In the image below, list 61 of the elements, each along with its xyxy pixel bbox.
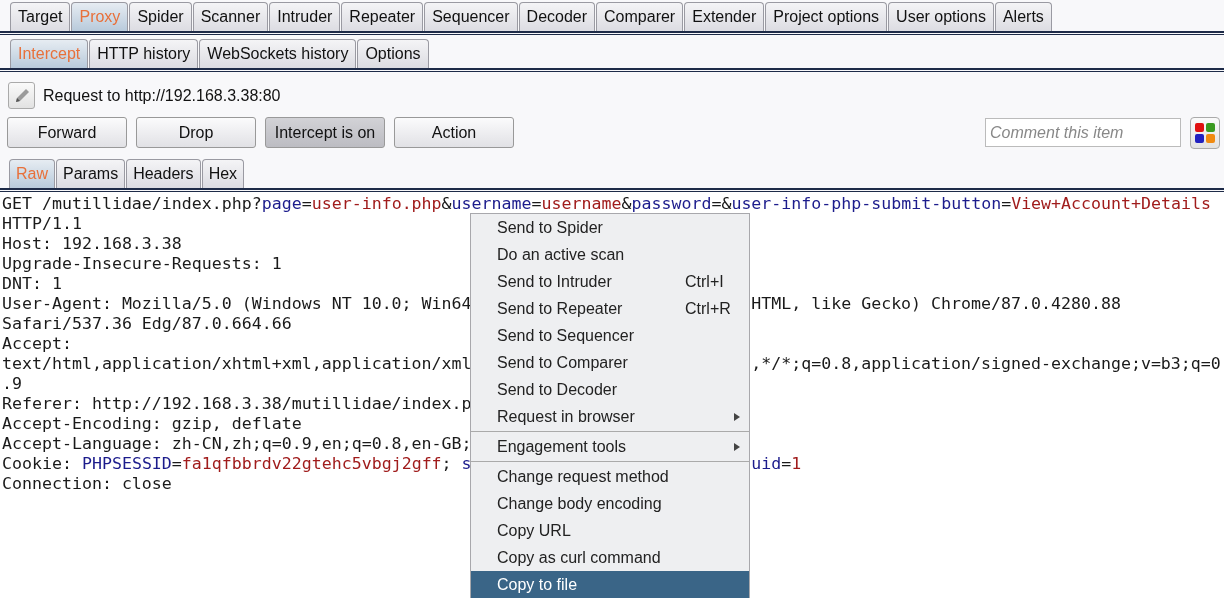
menu-item[interactable]: Copy as curl command <box>471 544 749 571</box>
menu-item[interactable]: Request in browser <box>471 403 749 430</box>
view-tab[interactable]: Params <box>56 159 126 188</box>
request-text: Accept: <box>2 334 72 353</box>
menu-item[interactable]: Send to Intruder Ctrl+I <box>471 268 749 295</box>
submenu-arrow-icon <box>733 411 741 422</box>
view-tab[interactable]: Headers <box>126 159 201 188</box>
main-tab[interactable]: Alerts <box>994 2 1052 31</box>
menu-item[interactable]: Send to Decoder <box>471 376 749 403</box>
main-tab[interactable]: Sequencer <box>424 2 518 31</box>
request-target: Request to http://192.168.3.38:80 <box>43 86 281 105</box>
menu-item[interactable]: Engagement tools <box>471 433 749 460</box>
main-tab[interactable]: Spider <box>129 2 192 31</box>
menu-item[interactable]: Change request method <box>471 463 749 490</box>
request-text: Referer: http://192.168.3.38/mutillidae/index.p <box>2 394 472 413</box>
request-text: Connection: close <box>2 474 172 493</box>
request-text: Host: 192.168.3.38 <box>2 234 182 253</box>
request-text: text/html,application/xhtml+xml,application/xml <box>2 354 472 373</box>
request-text: .9 <box>2 374 22 393</box>
main-tab[interactable]: User options <box>888 2 994 31</box>
request-text: ,*/*;q=0.8,application/signed-exchange;v=b3;q=0 <box>751 354 1221 374</box>
request-text: HTML, like Gecko) Chrome/87.0.4280.88 <box>751 294 1121 314</box>
request-text: Upgrade-Insecure-Requests: 1 <box>2 254 282 273</box>
request-text: DNT: 1 <box>2 274 62 293</box>
submenu-arrow-icon <box>733 441 741 452</box>
main-tab[interactable]: Target <box>10 2 71 31</box>
menu-item[interactable]: Copy URL <box>471 517 749 544</box>
comment-field[interactable]: Comment this item <box>985 118 1181 147</box>
edit-button[interactable] <box>8 82 35 109</box>
menu-item[interactable]: Send to Sequencer <box>471 322 749 349</box>
main-tab[interactable]: Comparer <box>596 2 684 31</box>
request-text: Safari/537.36 Edg/87.0.664.66 <box>2 314 292 333</box>
menu-item[interactable]: Do an active scan <box>471 241 749 268</box>
menu-item[interactable]: Copy to file <box>471 571 749 598</box>
menu-item[interactable]: Send to Repeater Ctrl+R <box>471 295 749 322</box>
main-tab[interactable]: Repeater <box>341 2 424 31</box>
menu-item[interactable]: Send to Spider <box>471 214 749 241</box>
subtab[interactable]: WebSockets history <box>199 39 357 68</box>
main-tab[interactable]: Decoder <box>518 2 596 31</box>
view-tab[interactable]: Hex <box>201 159 245 188</box>
action-button[interactable]: Action <box>394 117 514 148</box>
request-text: User-Agent: Mozilla/5.0 (Windows NT 10.0; Win64 <box>2 294 472 313</box>
highlight-color-button[interactable] <box>1190 116 1220 149</box>
request-text: Accept-Language: zh-CN,zh;q=0.9,en;q=0.8,en-GB; <box>2 434 472 453</box>
action-button[interactable]: Intercept is on <box>265 117 385 148</box>
main-tab[interactable]: Project options <box>765 2 888 31</box>
request-text: GET /mutillidae/index.php?page=user-info.php&username=username&password=&user-info-php-submit-button=View+Account+Details <box>2 194 1211 213</box>
request-text: uid=1 <box>751 454 802 474</box>
color-grid-icon <box>1194 121 1216 144</box>
action-button[interactable]: Forward <box>7 117 127 148</box>
main-tab[interactable]: Scanner <box>192 2 269 31</box>
request-text: HTTP/1.1 <box>2 214 82 233</box>
request-text: Accept-Encoding: gzip, deflate <box>2 414 302 433</box>
main-tab[interactable]: Extender <box>684 2 765 31</box>
request-text: Cookie: PHPSESSID=fa1qfbbrdv22gtehc5vbgj2gff; s <box>2 454 472 473</box>
menu-item[interactable]: Send to Comparer <box>471 349 749 376</box>
menu-item[interactable]: Change body encoding <box>471 490 749 517</box>
subtab[interactable]: Options <box>357 39 429 68</box>
action-button[interactable]: Drop <box>136 117 256 148</box>
main-tab[interactable]: Intruder <box>269 2 341 31</box>
subtab[interactable]: HTTP history <box>89 39 199 68</box>
